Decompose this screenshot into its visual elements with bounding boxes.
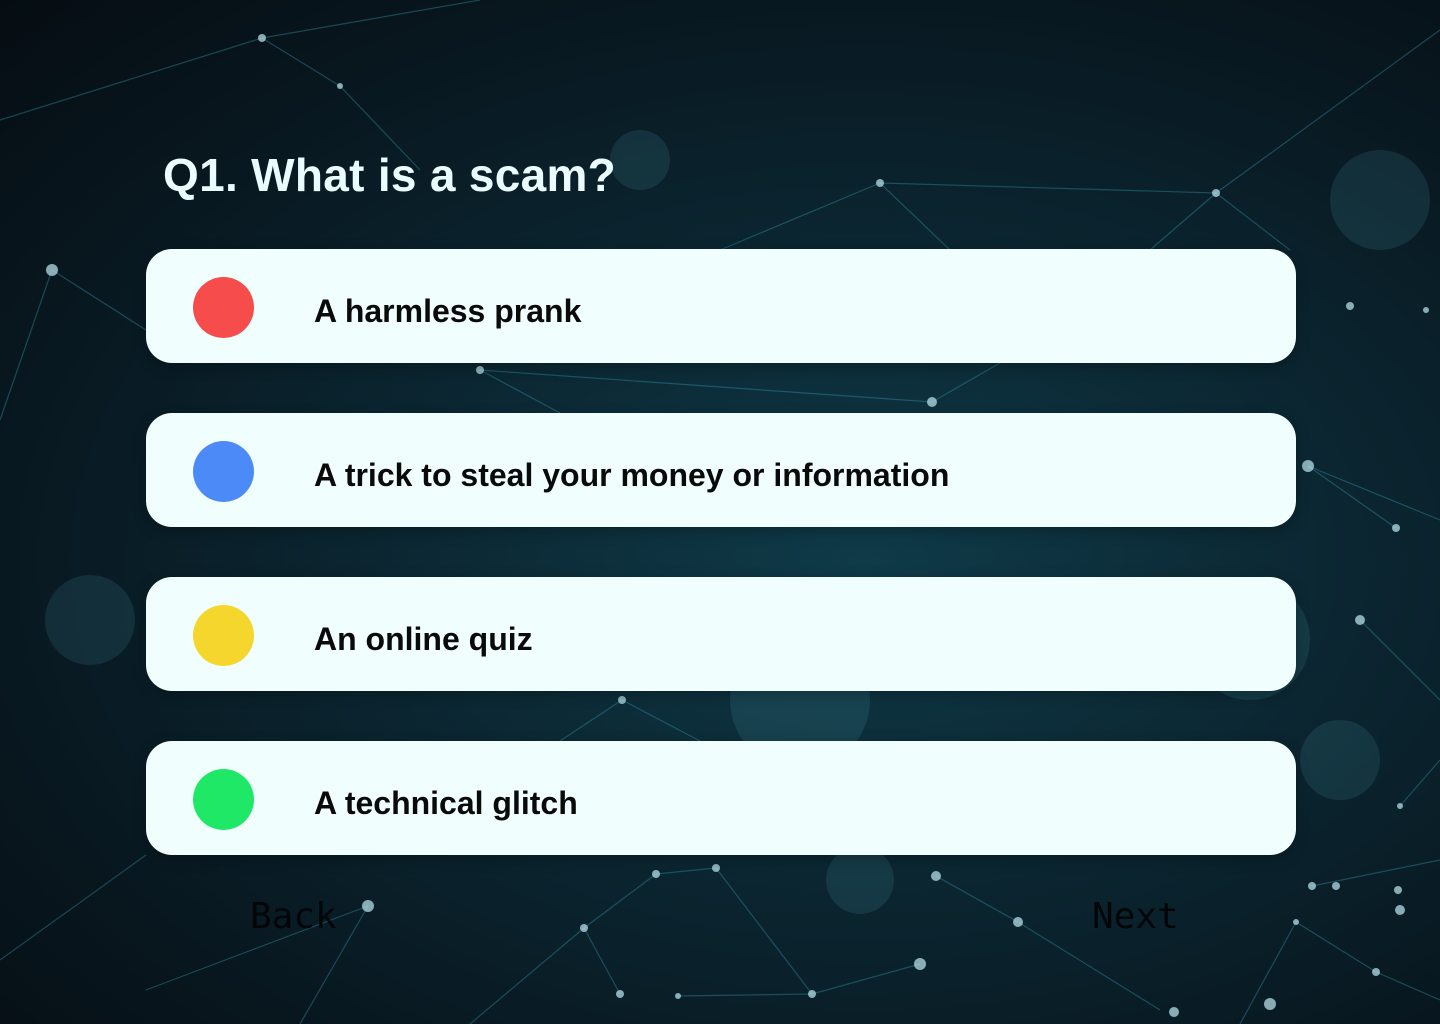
option-c-label: An online quiz	[314, 621, 533, 657]
option-b-label: A trick to steal your money or informati…	[314, 457, 950, 493]
next-button[interactable]: Next	[1092, 896, 1179, 937]
option-c[interactable]: An online quiz	[146, 577, 1296, 691]
option-b-blue-dot	[193, 441, 254, 502]
option-a-red-dot	[193, 277, 254, 338]
option-a-label: A harmless prank	[314, 293, 582, 329]
option-b[interactable]: A trick to steal your money or informati…	[146, 413, 1296, 527]
option-d-green-dot	[193, 769, 254, 830]
question-title: Q1. What is a scam?	[163, 149, 617, 201]
option-d-label: A technical glitch	[314, 785, 578, 821]
option-d[interactable]: A technical glitch	[146, 741, 1296, 855]
option-a[interactable]: A harmless prank	[146, 249, 1296, 363]
back-button[interactable]: Back	[250, 896, 337, 937]
option-c-yellow-dot	[193, 605, 254, 666]
